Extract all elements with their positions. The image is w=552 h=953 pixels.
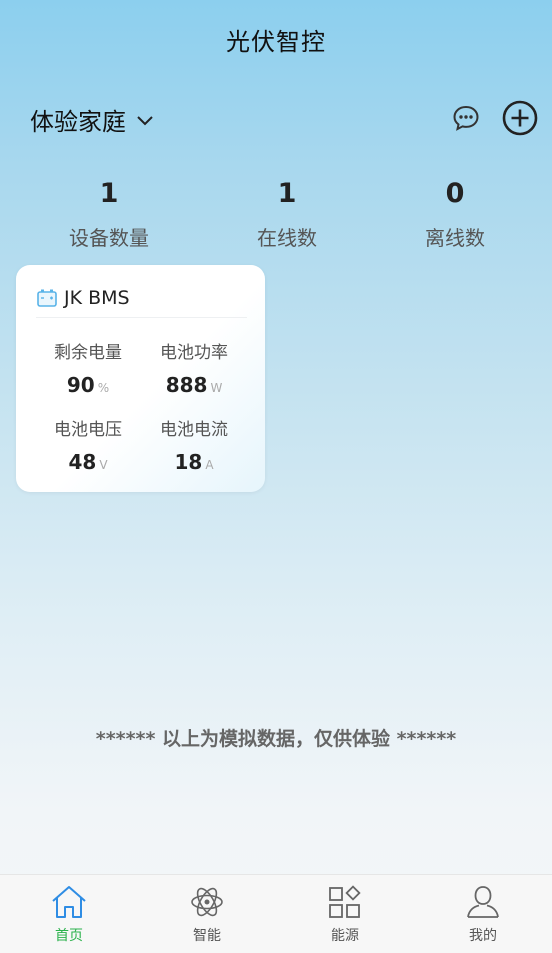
- chevron-down-icon: [137, 115, 153, 125]
- stat-online-count: 1 在线数: [212, 178, 362, 251]
- tab-energy[interactable]: 能源: [276, 875, 414, 953]
- user-icon: [467, 886, 499, 918]
- demo-data-notice: ****** 以上为模拟数据，仅供体验 ******: [95, 728, 457, 750]
- tab-smart[interactable]: 智能: [138, 875, 276, 953]
- battery-icon: [37, 289, 57, 307]
- metric-value: 18: [174, 450, 203, 474]
- stat-label: 设备数量: [69, 226, 149, 250]
- tab-label: 能源: [331, 928, 359, 944]
- metric-unit: V: [99, 458, 108, 472]
- tab-label: 首页: [55, 928, 83, 944]
- stat-label: 离线数: [425, 226, 485, 250]
- add-button[interactable]: [502, 100, 538, 136]
- metric-power: 电池功率 888 W: [144, 338, 244, 397]
- home-selector[interactable]: 体验家庭: [30, 102, 154, 137]
- stat-value: 1: [99, 178, 119, 209]
- device-card-header: JK BMS: [36, 285, 247, 318]
- metric-value: 48: [68, 450, 97, 474]
- message-button[interactable]: [448, 100, 484, 136]
- metric-voltage: 电池电压 48 V: [38, 415, 138, 474]
- metric-unit: W: [210, 381, 223, 395]
- metric-unit: A: [205, 458, 214, 472]
- bottom-tab-bar: 首页 智能 能源 我的: [0, 874, 552, 953]
- stat-value: 0: [445, 178, 465, 209]
- stat-offline-count: 0 离线数: [380, 178, 530, 251]
- metric-value: 90: [66, 373, 95, 397]
- plus-circle-icon: [502, 100, 538, 136]
- tab-home[interactable]: 首页: [0, 875, 138, 953]
- tab-label: 智能: [193, 928, 221, 944]
- metric-label: 电池电压: [54, 420, 122, 440]
- top-actions: [448, 100, 538, 136]
- grid-icon: [329, 885, 361, 918]
- atom-icon: [191, 887, 223, 917]
- device-name: JK BMS: [64, 287, 130, 309]
- metric-value: 888: [165, 373, 208, 397]
- metric-label: 电池电流: [160, 420, 228, 440]
- metric-current: 电池电流 18 A: [144, 415, 244, 474]
- stat-label: 在线数: [257, 226, 317, 250]
- tab-label: 我的: [469, 928, 497, 944]
- metric-soc: 剩余电量 90%: [38, 338, 138, 397]
- home-icon: [52, 886, 86, 918]
- stat-value: 1: [277, 178, 297, 209]
- metric-label: 剩余电量: [54, 343, 122, 363]
- home-name: 体验家庭: [30, 108, 126, 136]
- metric-unit: %: [97, 381, 110, 395]
- metric-label: 电池功率: [160, 343, 228, 363]
- chat-bubble-icon: [453, 105, 479, 131]
- app-title: 光伏智控: [226, 28, 326, 56]
- device-card[interactable]: JK BMS 剩余电量 90% 电池功率 888 W 电池电压 48 V 电池电流 …: [16, 265, 265, 492]
- tab-profile[interactable]: 我的: [414, 875, 552, 953]
- stat-device-count: 1 设备数量: [34, 178, 184, 251]
